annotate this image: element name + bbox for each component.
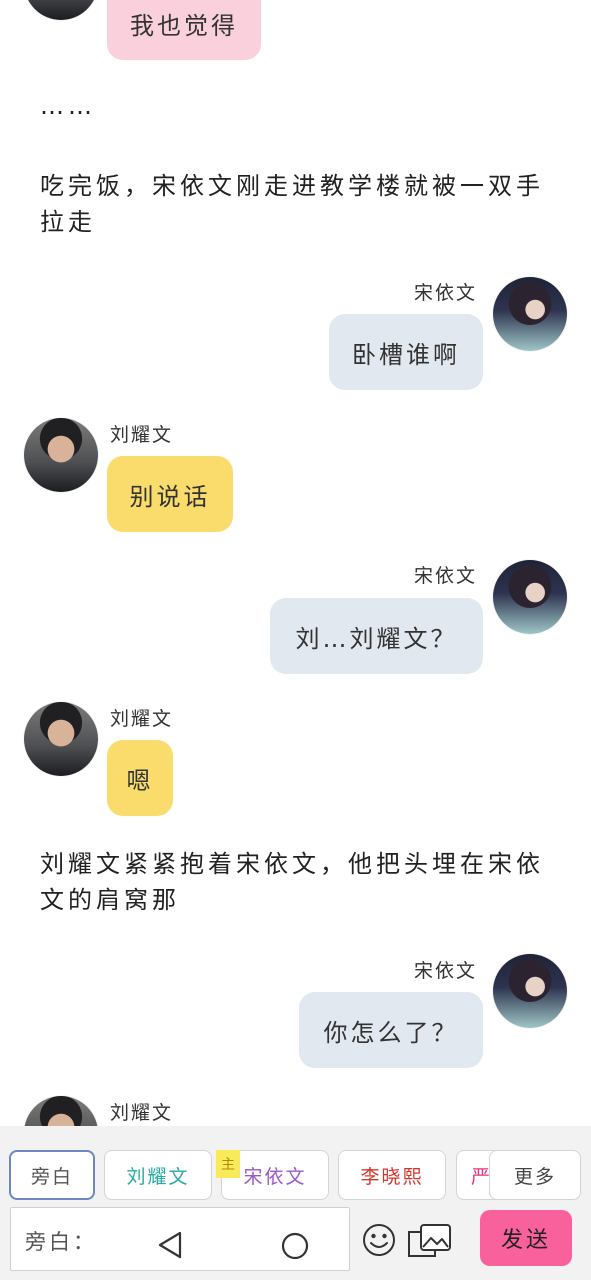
sender-name: 刘耀文	[110, 708, 174, 730]
narration-text: ……	[40, 92, 96, 120]
role-chip-label: 宋依文	[243, 1165, 307, 1188]
message-bubble: 嗯	[107, 740, 173, 816]
role-chip-label: 旁白	[30, 1165, 73, 1188]
avatar[interactable]	[493, 277, 567, 351]
message-bubble: 刘…刘耀文？	[270, 598, 483, 674]
chat-area: 我也觉得 …… 吃完饭，宋依文刚走进教学楼就被一双手拉走 宋依文 卧槽谁啊 刘耀…	[0, 0, 591, 1126]
message-bubble: 卧槽谁啊	[329, 314, 483, 390]
input-panel: 旁白 刘耀文 宋依文 主 李晓熙 严 更多 旁白： 发送	[0, 1126, 591, 1280]
message-bubble: 你怎么了？	[299, 992, 483, 1068]
role-chip-narrator[interactable]: 旁白	[9, 1150, 95, 1200]
role-chip-lixiaoxi[interactable]: 李晓熙	[338, 1150, 446, 1200]
role-chip-label: 刘耀文	[126, 1165, 190, 1188]
avatar[interactable]	[24, 1096, 98, 1126]
narration-text: 刘耀文紧紧抱着宋依文，他把头埋在宋依文的肩窝那	[40, 850, 544, 914]
message-bubble: 我也觉得	[107, 0, 261, 60]
sender-name: 宋依文	[414, 282, 478, 304]
message-bubble: 别说话	[107, 456, 233, 532]
avatar[interactable]	[24, 0, 98, 20]
send-button[interactable]: 发送	[480, 1210, 572, 1266]
smiley-icon[interactable]	[361, 1222, 397, 1258]
more-label: 更多	[513, 1165, 556, 1188]
avatar[interactable]	[493, 954, 567, 1028]
more-roles-button[interactable]: 更多	[489, 1150, 581, 1200]
nav-back-icon[interactable]	[156, 1230, 184, 1260]
image-icon[interactable]	[407, 1222, 453, 1260]
narration-text: 吃完饭，宋依文刚走进教学楼就被一双手拉走	[40, 172, 544, 236]
role-chip-liuyaowen[interactable]: 刘耀文	[104, 1150, 212, 1200]
sender-name: 宋依文	[414, 565, 478, 587]
sender-name: 刘耀文	[110, 424, 174, 446]
avatar[interactable]	[493, 560, 567, 634]
avatar[interactable]	[24, 418, 98, 492]
main-role-badge: 主	[216, 1150, 240, 1178]
avatar[interactable]	[24, 702, 98, 776]
sender-name: 宋依文	[414, 960, 478, 982]
role-chip-label: 李晓熙	[360, 1165, 424, 1188]
input-placeholder: 旁白：	[25, 1230, 97, 1254]
nav-home-icon[interactable]	[280, 1231, 310, 1261]
sender-name: 刘耀文	[110, 1102, 174, 1124]
